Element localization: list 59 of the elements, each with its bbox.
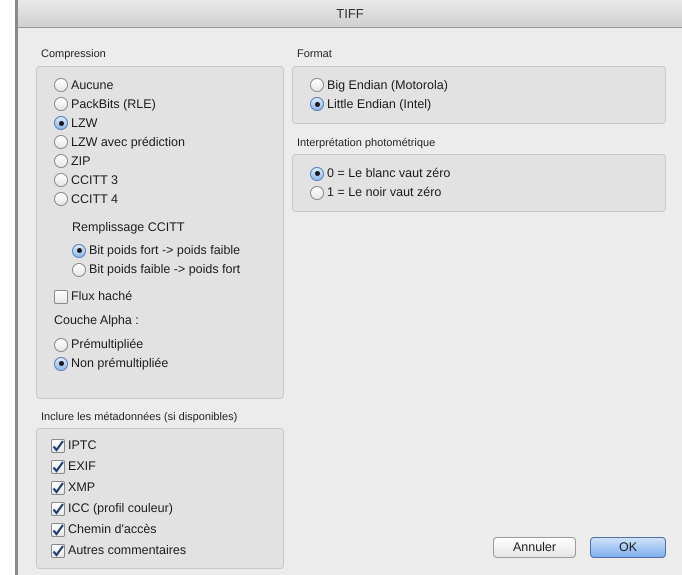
radio-label: Little Endian (Intel): [327, 96, 432, 113]
radio-button[interactable]: [54, 154, 68, 168]
radio-label: Bit poids fort -> poids faible: [89, 242, 240, 260]
checkbox-label: IPTC: [68, 437, 96, 454]
checkbox-label: EXIF: [68, 458, 96, 476]
checkmark-icon: [52, 482, 64, 494]
radio-button[interactable]: [310, 166, 324, 180]
checkbox[interactable]: [54, 290, 68, 304]
radio-button[interactable]: [54, 192, 68, 206]
radio-label: Big Endian (Motorola): [327, 76, 448, 94]
radio-button[interactable]: [72, 262, 86, 277]
radio-button[interactable]: [54, 78, 68, 92]
window-title: TIFF: [336, 4, 364, 23]
radio-button[interactable]: [54, 356, 68, 370]
group-label: Inclure les métadonnées (si disponibles): [40, 410, 238, 424]
radio-button[interactable]: [310, 97, 324, 111]
checkbox[interactable]: [51, 502, 65, 516]
group-label: Format: [296, 47, 333, 62]
checkmark-icon: [52, 502, 64, 514]
checkbox-label: Chemin d'accès: [68, 521, 157, 538]
radio-button[interactable]: [54, 173, 68, 187]
group-label: Interprétation photométrique: [296, 136, 436, 150]
radio-button[interactable]: [310, 186, 324, 200]
radio-label: Non prémultipliée: [71, 355, 168, 372]
radio-label: PackBits (RLE): [71, 96, 156, 113]
checkmark-icon: [52, 524, 64, 536]
checkbox[interactable]: [51, 480, 65, 494]
checkbox[interactable]: [51, 460, 65, 474]
radio-label: Prémultipliée: [71, 336, 144, 354]
radio-button[interactable]: [54, 135, 68, 149]
checkbox[interactable]: [51, 544, 65, 558]
group-label: Compression: [40, 47, 107, 62]
checkbox[interactable]: [51, 438, 65, 452]
section-label: Remplissage CCITT: [71, 218, 186, 236]
checkbox[interactable]: [51, 522, 65, 536]
radio-label: Aucune: [71, 76, 114, 94]
checkbox-label: Flux haché: [71, 288, 132, 306]
radio-button[interactable]: [54, 97, 68, 111]
checkbox-label: ICC (profil couleur): [68, 500, 173, 518]
radio-button[interactable]: [54, 116, 68, 130]
checkbox-label: Autres commentaires: [68, 542, 186, 560]
section-label: Couche Alpha :: [54, 312, 140, 330]
checkbox-label: XMP: [68, 479, 96, 496]
radio-button[interactable]: [310, 78, 324, 92]
radio-label: LZW avec prédiction: [71, 134, 185, 151]
checkmark-icon: [52, 440, 64, 452]
radio-label: LZW: [71, 114, 98, 132]
radio-label: 0 = Le blanc vaut zéro: [327, 165, 450, 182]
radio-label: 1 = Le noir vaut zéro: [327, 184, 442, 202]
checkmark-icon: [52, 544, 64, 556]
radio-button[interactable]: [72, 244, 86, 258]
radio-label: CCITT 3: [71, 172, 118, 189]
ok-button[interactable]: OK: [590, 537, 666, 558]
radio-label: CCITT 4: [71, 190, 118, 208]
radio-button[interactable]: [54, 338, 68, 352]
radio-label: ZIP: [71, 152, 90, 170]
checkmark-icon: [52, 460, 64, 472]
cancel-button[interactable]: Annuler: [493, 537, 576, 558]
radio-label: Bit poids faible -> poids fort: [89, 261, 240, 278]
